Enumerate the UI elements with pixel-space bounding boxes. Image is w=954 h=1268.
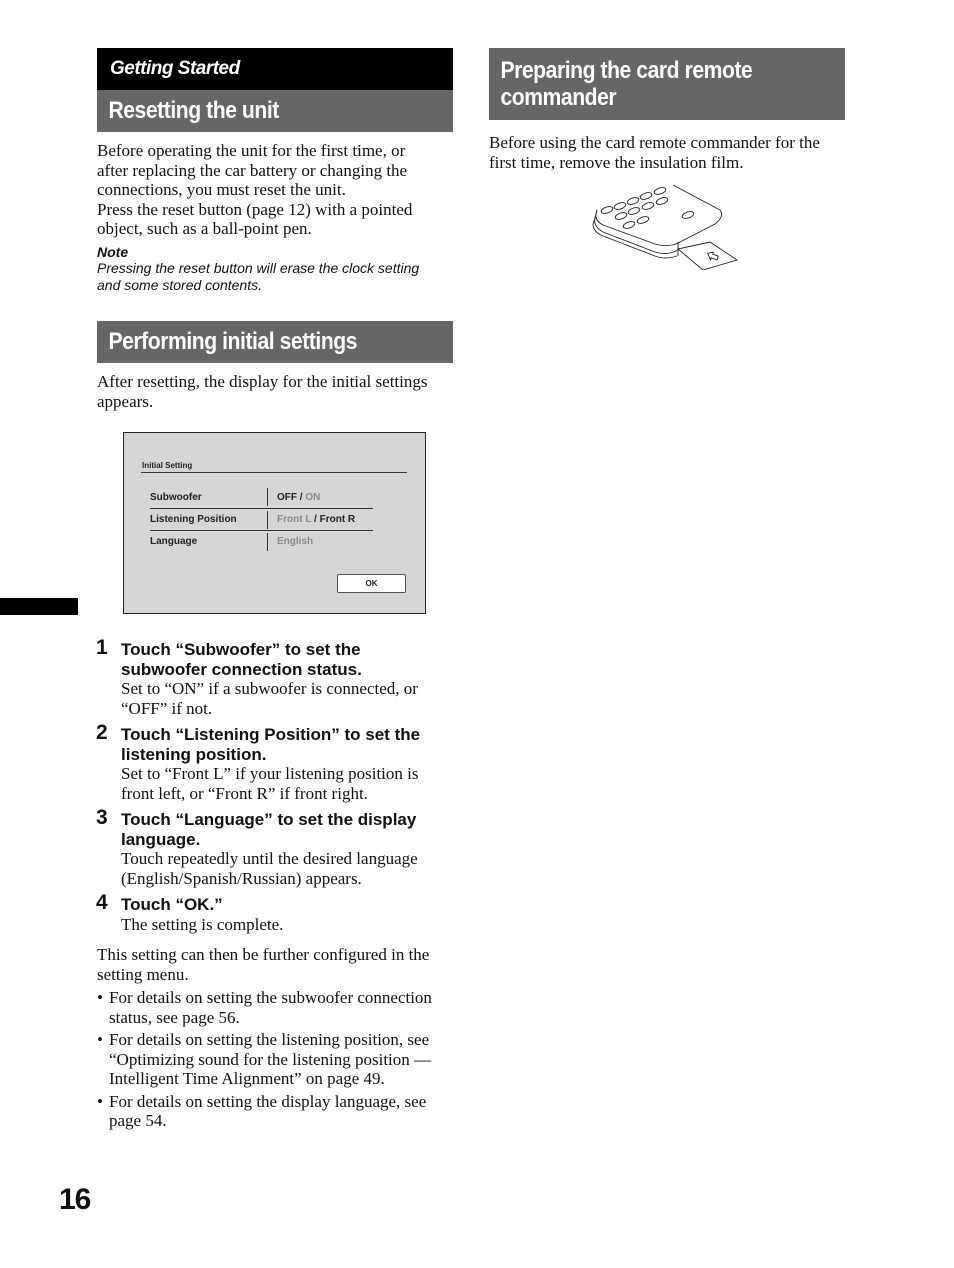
- list-item-line: For details on setting the subwoofer con…: [109, 988, 432, 1007]
- step-title-line: listening position.: [121, 744, 267, 764]
- reset-body: Before operating the unit for the first …: [97, 141, 457, 239]
- after-line: This setting can then be further configu…: [97, 945, 430, 964]
- list-item: For details on setting the listening pos…: [97, 1030, 459, 1089]
- row-value-subwoofer[interactable]: OFF / ON: [277, 492, 320, 503]
- page-number: 16: [59, 1183, 91, 1216]
- list-item-line: “Optimizing sound for the listening posi…: [109, 1049, 432, 1069]
- step-3: Touch “Language” to set the display lang…: [121, 810, 461, 888]
- step-body-line: Set to “ON” if a subwoofer is connected,…: [121, 679, 418, 698]
- section-label: Getting Started: [110, 58, 240, 79]
- reset-body-line: Before operating the unit for the first …: [97, 141, 406, 160]
- screen-title-divider: [141, 472, 407, 473]
- card-remote-illustration: [592, 184, 739, 270]
- initial-setting-screen: Initial Setting Subwoofer OFF / ON Liste…: [123, 432, 426, 614]
- row-label-subwoofer[interactable]: Subwoofer: [150, 492, 202, 503]
- list-item-line: page 54.: [109, 1111, 167, 1130]
- step-title-line: Touch “Subwoofer” to set the: [121, 640, 361, 659]
- list-item-line: For details on setting the display langu…: [109, 1091, 427, 1111]
- step-body-line: The setting is complete.: [121, 914, 284, 934]
- step-body-line: (English/Spanish/Russian) appears.: [121, 868, 362, 888]
- row-separator: [267, 511, 268, 529]
- step-body-line: front left, or “Front R” if front right.: [121, 783, 368, 803]
- value-front-l: Front L: [277, 514, 312, 525]
- step-title-line: Touch “OK.”: [121, 895, 223, 914]
- list-item-line: Intelligent Time Alignment” on page 49.: [109, 1069, 385, 1088]
- body-line: first time, remove the insulation film.: [489, 152, 744, 172]
- list-item: For details on setting the subwoofer con…: [97, 988, 459, 1027]
- heading-performing-initial-settings: Performing initial settings: [108, 328, 358, 355]
- note-line: Pressing the reset button will erase the…: [97, 260, 420, 276]
- remote-buttons: [600, 187, 695, 229]
- step-body-line: Touch repeatedly until the desired langu…: [121, 849, 418, 868]
- heading-band-initial: Performing initial settings: [97, 321, 453, 363]
- row-separator: [267, 533, 268, 551]
- step-number: 3: [96, 806, 108, 829]
- step-body-line: “OFF” if not.: [121, 698, 213, 718]
- heading-band-card-remote: Preparing the card remote commander: [489, 48, 845, 120]
- after-text: This setting can then be further configu…: [97, 945, 457, 984]
- step-number: 1: [96, 636, 108, 659]
- remote-edge: [594, 209, 679, 255]
- screen-title: Initial Setting: [142, 461, 193, 470]
- intro-line: appears.: [97, 391, 154, 411]
- row-label-listening-position[interactable]: Listening Position: [150, 514, 237, 525]
- step-title-line: Touch “Listening Position” to set the: [121, 725, 421, 744]
- row-value-language[interactable]: English: [277, 536, 313, 547]
- card-remote-body: Before using the card remote commander f…: [489, 133, 859, 172]
- reset-body-line: after replacing the car battery or chang…: [97, 160, 408, 180]
- note-title: Note: [97, 244, 129, 260]
- value-on: ON: [305, 492, 321, 503]
- list-item: For details on setting the display langu…: [97, 1092, 459, 1131]
- section-label-band: Getting Started: [97, 48, 453, 90]
- note: Note Pressing the reset button will eras…: [97, 244, 457, 294]
- details-list: For details on setting the subwoofer con…: [97, 988, 459, 1131]
- heading-card-remote-line: Preparing the card remote: [500, 57, 753, 84]
- value-front-r: Front R: [319, 514, 356, 525]
- row-divider: [150, 508, 373, 509]
- initial-intro: After resetting, the display for the ini…: [97, 372, 457, 411]
- note-line: and some stored contents.: [97, 277, 262, 293]
- step-title-line: Touch “Language” to set the display: [121, 810, 417, 829]
- chapter-tab-marker: [0, 598, 78, 615]
- step-number: 2: [96, 721, 108, 744]
- value-sep: /: [311, 514, 320, 525]
- row-separator: [267, 488, 268, 506]
- heading-resetting-the-unit: Resetting the unit: [108, 97, 279, 124]
- step-body-line: Set to “Front L” if your listening posit…: [121, 764, 419, 783]
- value-off: OFF: [277, 492, 297, 503]
- reset-body-line: Press the reset button (page 12) with a …: [97, 199, 413, 219]
- step-1: Touch “Subwoofer” to set the subwoofer c…: [121, 640, 461, 718]
- step-2: Touch “Listening Position” to set the li…: [121, 725, 461, 803]
- heading-card-remote-line: commander: [500, 84, 617, 111]
- step-number: 4: [96, 891, 108, 914]
- list-item-line: For details on setting the listening pos…: [109, 1030, 430, 1049]
- after-line: setting menu.: [97, 964, 189, 984]
- body-line: Before using the card remote commander f…: [489, 133, 820, 152]
- ok-button[interactable]: OK: [337, 574, 406, 593]
- heading-band-resetting: Resetting the unit: [97, 90, 453, 132]
- row-label-language[interactable]: Language: [150, 536, 197, 547]
- step-title-line: subwoofer connection status.: [121, 659, 362, 679]
- step-4: Touch “OK.” The setting is complete.: [121, 895, 461, 934]
- reset-body-line: object, such as a ball-point pen.: [97, 219, 312, 238]
- list-item-line: status, see page 56.: [109, 1007, 240, 1027]
- intro-line: After resetting, the display for the ini…: [97, 372, 428, 391]
- step-title-line: language.: [121, 829, 201, 849]
- insulation-film: [677, 241, 739, 270]
- row-divider: [150, 530, 373, 531]
- reset-body-line: connections, you must reset the unit.: [97, 180, 346, 199]
- row-value-listening-position[interactable]: Front L / Front R: [277, 514, 355, 525]
